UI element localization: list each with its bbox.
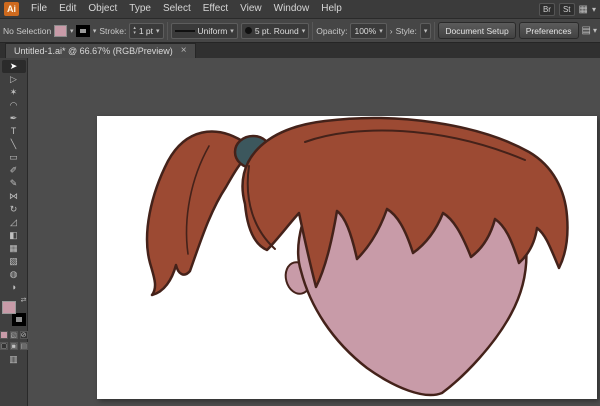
separator xyxy=(167,22,168,40)
brush-thumb-icon xyxy=(245,27,252,34)
draw-inside-button[interactable]: ▤ xyxy=(20,342,28,350)
menu-view[interactable]: View xyxy=(234,0,268,18)
color-button[interactable] xyxy=(0,331,8,339)
separator xyxy=(434,22,435,40)
menu-edit[interactable]: Edit xyxy=(53,0,82,18)
menu-effect[interactable]: Effect xyxy=(197,0,234,18)
arrange-documents-icon[interactable]: ▦ xyxy=(579,4,588,15)
control-panel-icon[interactable]: ▤ xyxy=(582,25,591,36)
fill-color-swatch[interactable] xyxy=(54,25,67,37)
menu-window[interactable]: Window xyxy=(268,0,316,18)
eyedropper-tool[interactable]: ◍ xyxy=(2,268,26,281)
menu-object[interactable]: Object xyxy=(82,0,123,18)
document-tab[interactable]: Untitled-1.ai* @ 66.67% (RGB/Preview) × xyxy=(5,43,196,58)
style-label: Style: xyxy=(396,26,417,36)
draw-behind-button[interactable]: ▣ xyxy=(10,342,18,350)
swap-fill-stroke-icon[interactable]: ⇄ xyxy=(21,296,27,304)
selection-status: No Selection xyxy=(3,26,51,36)
stroke-chevron-icon[interactable]: ▾ xyxy=(93,27,97,35)
control-bar: No Selection ▾ ▾ Stroke: ▴▾ 1 pt ▾ Unifo… xyxy=(0,19,600,43)
menu-help[interactable]: Help xyxy=(315,0,348,18)
document-tab-title: Untitled-1.ai* @ 66.67% (RGB/Preview) xyxy=(14,46,173,56)
width-profile-value: Uniform xyxy=(198,26,228,36)
line-segment-tool[interactable]: ╲ xyxy=(2,138,26,151)
width-profile-thumb-icon xyxy=(175,30,195,32)
opacity-panel-arrow-icon[interactable]: › xyxy=(390,26,393,36)
fill-chevron-icon[interactable]: ▾ xyxy=(70,27,74,35)
fill-stroke-swatches: ⇄ xyxy=(1,298,27,328)
stroke-color-swatch[interactable] xyxy=(76,25,89,37)
opacity-chevron-icon[interactable]: ▾ xyxy=(379,27,383,35)
width-profile-dropdown[interactable]: Uniform ▾ xyxy=(171,23,238,39)
brush-chevron-icon[interactable]: ▾ xyxy=(302,27,306,35)
style-chevron-icon[interactable]: ▾ xyxy=(424,27,428,35)
stepper-arrows-icon[interactable]: ▴▾ xyxy=(133,26,136,36)
rotate-tool[interactable]: ↻ xyxy=(2,203,26,216)
menu-select[interactable]: Select xyxy=(157,0,197,18)
blend-tool[interactable]: ◑ xyxy=(2,281,26,294)
style-dropdown[interactable]: ▾ xyxy=(420,23,432,39)
stroke-label: Stroke: xyxy=(99,26,126,36)
stock-button[interactable]: St xyxy=(559,3,575,16)
canvas-area[interactable] xyxy=(28,58,600,406)
tab-bar: Untitled-1.ai* @ 66.67% (RGB/Preview) × xyxy=(0,43,600,58)
stroke-weight-chevron-icon[interactable]: ▾ xyxy=(156,27,160,35)
toolbar-fill-swatch[interactable] xyxy=(2,301,16,314)
type-tool[interactable]: T xyxy=(2,125,26,138)
opacity-value: 100% xyxy=(354,26,376,36)
brush-dropdown[interactable]: 5 pt. Round ▾ xyxy=(241,23,309,39)
mesh-tool[interactable]: ▦ xyxy=(2,242,26,255)
stroke-weight-value: 1 pt xyxy=(139,26,153,36)
none-button[interactable]: ⊘ xyxy=(20,331,28,339)
opacity-label: Opacity: xyxy=(316,26,347,36)
screen-mode-button[interactable]: ▥ xyxy=(9,354,18,365)
preferences-button[interactable]: Preferences xyxy=(519,22,579,39)
width-profile-chevron-icon[interactable]: ▾ xyxy=(230,27,234,35)
shape-builder-tool[interactable]: ◧ xyxy=(2,229,26,242)
rectangle-tool[interactable]: ▭ xyxy=(2,151,26,164)
pencil-tool[interactable]: ✎ xyxy=(2,177,26,190)
illustrator-window: Ai File Edit Object Type Select Effect V… xyxy=(0,0,600,406)
separator xyxy=(312,22,313,40)
gradient-button[interactable]: ▧ xyxy=(10,331,18,339)
toolbar-stroke-swatch[interactable] xyxy=(12,313,26,326)
control-panel-chevron-icon[interactable]: ▾ xyxy=(593,26,597,35)
paintbrush-tool[interactable]: ✐ xyxy=(2,164,26,177)
magic-wand-tool[interactable]: ✶ xyxy=(2,86,26,99)
artboard[interactable] xyxy=(97,116,597,399)
app-logo-icon: Ai xyxy=(4,2,19,16)
document-setup-button[interactable]: Document Setup xyxy=(438,22,515,39)
tools-panel: ➤ ▷ ✶ ◠ ✒ T ╲ ▭ ✐ ✎ ⋈ ↻ ◿ ◧ ▦ ▧ ◍ ◑ ⇄ xyxy=(0,58,28,406)
width-tool[interactable]: ⋈ xyxy=(2,190,26,203)
pen-tool[interactable]: ✒ xyxy=(2,112,26,125)
draw-normal-button[interactable]: ▢ xyxy=(0,342,8,350)
brush-value: 5 pt. Round xyxy=(255,26,299,36)
stroke-weight-stepper[interactable]: ▴▾ 1 pt ▾ xyxy=(129,23,163,39)
tab-close-icon[interactable]: × xyxy=(181,46,187,56)
gradient-tool[interactable]: ▧ xyxy=(2,255,26,268)
opacity-dropdown[interactable]: 100% ▾ xyxy=(350,23,386,39)
direct-selection-tool[interactable]: ▷ xyxy=(2,73,26,86)
selection-tool[interactable]: ➤ xyxy=(2,60,26,73)
bridge-button[interactable]: Br xyxy=(539,3,555,16)
workspace-chevron-icon[interactable]: ▾ xyxy=(592,5,596,14)
menu-bar: Ai File Edit Object Type Select Effect V… xyxy=(0,0,600,19)
menu-file[interactable]: File xyxy=(25,0,53,18)
lasso-tool[interactable]: ◠ xyxy=(2,99,26,112)
menu-type[interactable]: Type xyxy=(123,0,157,18)
artwork xyxy=(97,116,597,399)
scale-tool[interactable]: ◿ xyxy=(2,216,26,229)
